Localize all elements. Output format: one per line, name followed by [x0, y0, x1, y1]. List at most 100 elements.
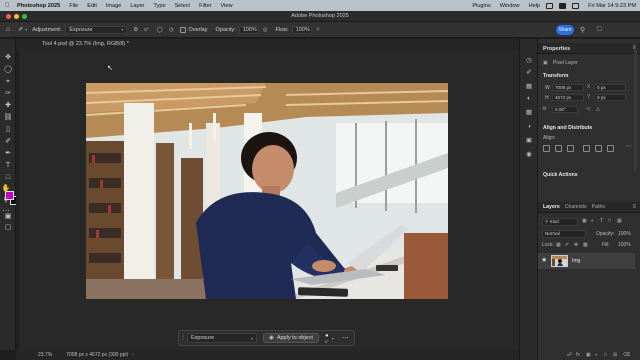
- swatches-icon[interactable]: ▦: [525, 109, 533, 117]
- screen-mode-icon[interactable]: ▢: [3, 223, 13, 232]
- menu-type[interactable]: Type: [153, 3, 165, 9]
- new-adjustment-layer-icon[interactable]: ◐: [595, 352, 598, 358]
- adjustment-select[interactable]: Exposure ▾: [65, 25, 128, 34]
- drag-handle-icon[interactable]: ⋮: [180, 334, 186, 341]
- menu-file[interactable]: File: [69, 3, 78, 9]
- adjustment-brush-icon[interactable]: ✐: [3, 137, 13, 146]
- filter-adjustment-icon[interactable]: ◐: [591, 218, 594, 224]
- align-left-icon[interactable]: [543, 145, 550, 152]
- workspace-icon[interactable]: □: [597, 26, 601, 33]
- fill-value[interactable]: 100%: [618, 242, 631, 248]
- pressure-opacity-icon[interactable]: ◎: [263, 27, 268, 33]
- channels-panel-icon[interactable]: ◉: [525, 151, 533, 159]
- menu-window[interactable]: Window: [500, 3, 520, 9]
- eyedropper-tool-icon[interactable]: ✑: [3, 89, 13, 98]
- properties-header[interactable]: Properties ≡: [538, 43, 640, 54]
- opacity-field[interactable]: 100%: [238, 25, 259, 34]
- more-options-icon[interactable]: ⋯: [342, 334, 349, 342]
- lock-position-icon[interactable]: ✥: [574, 242, 578, 248]
- lock-all-icon[interactable]: ▩: [583, 242, 588, 248]
- flip-horizontal-icon[interactable]: ◁: [586, 106, 590, 112]
- status-app-icon[interactable]: [546, 2, 554, 9]
- more-align-icon[interactable]: ⋯: [626, 143, 632, 150]
- menu-view[interactable]: View: [221, 3, 233, 9]
- filter-smart-object-icon[interactable]: ▦: [617, 218, 622, 224]
- adjustment-brush-tool-icon[interactable]: ✐: [18, 26, 23, 33]
- adjustments-icon[interactable]: ◑: [525, 123, 533, 131]
- styles-icon[interactable]: ▣: [525, 137, 533, 145]
- apple-icon[interactable]: : [5, 3, 13, 9]
- menu-layer[interactable]: Layer: [130, 3, 144, 9]
- x-field[interactable]: 0 px: [594, 84, 626, 91]
- add-mask-icon[interactable]: ▣: [586, 352, 591, 358]
- link-icon[interactable]: ⚙: [542, 106, 546, 112]
- move-tool-icon[interactable]: ✥: [3, 53, 13, 62]
- settings-sliders-icon[interactable]: ⚙: [133, 27, 138, 33]
- quick-actions-title[interactable]: Quick Actions: [543, 172, 578, 178]
- brush-angle-value[interactable]: 0°: [144, 27, 148, 32]
- blend-mode-select[interactable]: Normal: [542, 230, 586, 238]
- chevron-down-icon[interactable]: ▾: [332, 336, 334, 341]
- menu-select[interactable]: Select: [175, 3, 191, 9]
- transform-section-title[interactable]: Transform: [543, 73, 568, 79]
- new-layer-icon[interactable]: ⊞: [613, 352, 617, 358]
- filter-pixel-icon[interactable]: ▣: [582, 218, 587, 224]
- filter-type-icon[interactable]: T: [600, 218, 603, 224]
- battery-icon[interactable]: [559, 2, 567, 9]
- search-icon[interactable]: ⚲: [580, 26, 585, 34]
- align-top-icon[interactable]: [583, 145, 590, 152]
- document-tab[interactable]: Tool 4.psd @ 23.7% (Img, RGB/8) *: [16, 39, 531, 50]
- new-group-icon[interactable]: □: [604, 352, 607, 358]
- type-tool-icon[interactable]: T: [3, 161, 13, 170]
- align-bottom-icon[interactable]: [607, 145, 614, 152]
- foreground-color-swatch[interactable]: [5, 191, 14, 200]
- wifi-icon[interactable]: [572, 2, 580, 9]
- brush-settings-panel-icon[interactable]: ✐: [525, 69, 533, 77]
- lock-pixels-icon[interactable]: ✐: [565, 242, 569, 248]
- layer-row-img[interactable]: ◉ Img: [538, 253, 635, 269]
- flip-vertical-icon[interactable]: △: [596, 106, 600, 112]
- align-right-icon[interactable]: [567, 145, 574, 152]
- width-field[interactable]: 7008 px: [552, 84, 584, 91]
- home-icon[interactable]: ⌂: [6, 26, 10, 33]
- lock-transparent-icon[interactable]: ▦: [556, 242, 561, 248]
- context-adjustment-select[interactable]: Exposure ▾: [187, 333, 257, 343]
- layers-menu-icon[interactable]: ≡: [632, 204, 636, 210]
- flow-field[interactable]: 100%: [291, 25, 312, 34]
- pen-tool-icon[interactable]: ✒: [3, 149, 13, 158]
- healing-brush-tool-icon[interactable]: ✚: [3, 101, 13, 110]
- align-middle-icon[interactable]: [595, 145, 602, 152]
- chevron-right-icon[interactable]: ›: [132, 352, 134, 358]
- tab-channels[interactable]: Channels: [565, 204, 587, 210]
- menu-filter[interactable]: Filter: [199, 3, 211, 9]
- layer-filter-kind-select[interactable]: ⚲ Kind: [542, 218, 578, 226]
- menu-edit[interactable]: Edit: [87, 3, 97, 9]
- color-panel-icon[interactable]: ◐: [525, 95, 533, 103]
- align-center-icon[interactable]: [555, 145, 562, 152]
- lasso-tool-icon[interactable]: ◯: [3, 65, 13, 74]
- rectangle-tool-icon[interactable]: □: [3, 173, 13, 182]
- menu-help[interactable]: Help: [529, 3, 541, 9]
- menu-app-name[interactable]: Photoshop 2025: [17, 3, 60, 9]
- zoom-level[interactable]: 23.7%: [38, 352, 52, 358]
- height-field[interactable]: 4672 px: [552, 94, 584, 101]
- layer-style-icon[interactable]: fx: [576, 352, 580, 358]
- history-icon[interactable]: ◷: [525, 57, 533, 65]
- tool-preset-chevron-icon[interactable]: ▾: [25, 27, 27, 32]
- document-info[interactable]: 7008 px x 4672 px (300 ppi): [66, 352, 128, 358]
- visibility-eye-icon[interactable]: ◉: [542, 257, 546, 263]
- tab-layers[interactable]: Layers: [543, 204, 560, 210]
- link-layers-icon[interactable]: ☍: [567, 352, 572, 358]
- menu-plugins[interactable]: Plugins: [472, 3, 490, 9]
- document-image[interactable]: [86, 83, 448, 299]
- angle-field[interactable]: 0.00°: [552, 106, 578, 113]
- context-angle-control[interactable]: ● 0°: [325, 333, 329, 344]
- y-field[interactable]: 0 px: [594, 94, 626, 101]
- brush-settings-icon[interactable]: ◯: [157, 27, 163, 33]
- apply-to-object-button[interactable]: ◉ Apply to object: [263, 333, 319, 343]
- properties-scrollbar[interactable]: [634, 50, 637, 170]
- quick-mask-icon[interactable]: ▣: [3, 212, 13, 221]
- align-section-title[interactable]: Align and Distribute: [543, 125, 592, 131]
- share-button[interactable]: Share: [556, 25, 574, 35]
- layer-opacity-value[interactable]: 100%: [618, 231, 631, 237]
